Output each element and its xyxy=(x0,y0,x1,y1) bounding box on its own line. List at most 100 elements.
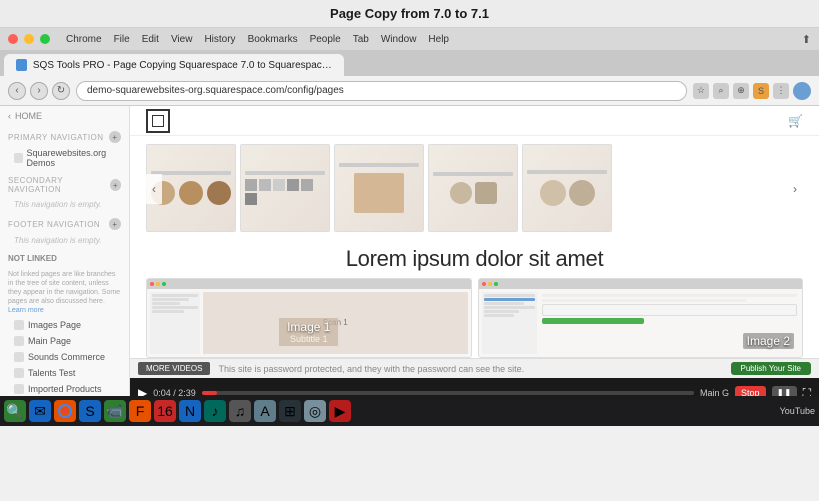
image2-label-container: Image 2 xyxy=(743,333,794,349)
taskbar-facetime-icon[interactable]: 📹 xyxy=(104,400,126,422)
gallery-thumb-3[interactable] xyxy=(428,144,518,232)
learn-more-link[interactable]: Learn more xyxy=(8,307,44,314)
page-icon-0 xyxy=(14,320,24,330)
password-notice: This site is password protected, and the… xyxy=(218,364,524,374)
bs1-dot-r xyxy=(150,282,154,286)
progress-bar[interactable] xyxy=(202,391,694,395)
bottom-screenshot-1: Scan 1 Image 1 Subtitle 1 xyxy=(146,278,472,358)
not-linked-desc: Not linked pages are like branches in th… xyxy=(0,268,129,317)
taskbar-itunes-icon[interactable]: ♫ xyxy=(229,400,251,422)
window-maximize-dot[interactable] xyxy=(40,34,50,44)
image1-sublabel: Subtitle 1 xyxy=(287,334,330,344)
gallery-thumb-1[interactable] xyxy=(240,144,330,232)
play-button[interactable]: ▶ xyxy=(138,386,147,396)
menu-edit[interactable]: Edit xyxy=(142,34,159,45)
forward-button[interactable]: › xyxy=(30,82,48,100)
tab-bar: SQS Tools PRO - Page Copying Squarespace… xyxy=(0,50,819,76)
taskbar-chrome-icon[interactable] xyxy=(54,400,76,422)
menu-view[interactable]: View xyxy=(171,34,193,45)
lorem-text: Lorem ipsum dolor sit amet xyxy=(346,246,604,271)
footer-nav-add[interactable]: + xyxy=(109,218,121,230)
address-icons: ☆ ⌕ ⊕ S ⋮ xyxy=(693,82,811,100)
stop-button[interactable]: Stop xyxy=(735,386,766,396)
cart-icon[interactable]: 🛒 xyxy=(788,114,803,128)
time-display: 0:04 / 2:39 xyxy=(153,388,196,396)
taskbar-spotify-icon[interactable]: ♪ xyxy=(204,400,226,422)
taskbar-app3-icon[interactable]: ◎ xyxy=(304,400,326,422)
search-icon[interactable]: ⌕ xyxy=(713,83,729,99)
gallery-thumb-4[interactable] xyxy=(522,144,612,232)
page-icon-3 xyxy=(14,368,24,378)
active-tab[interactable]: SQS Tools PRO - Page Copying Squarespace… xyxy=(4,54,344,76)
lorem-section: Lorem ipsum dolor sit amet xyxy=(130,238,819,278)
zoom-icon[interactable]: ⊕ xyxy=(733,83,749,99)
refresh-button[interactable]: ↻ xyxy=(52,82,70,100)
bookmark-icon[interactable]: ☆ xyxy=(693,83,709,99)
gallery-thumb-2[interactable] xyxy=(334,144,424,232)
menu-file[interactable]: File xyxy=(114,34,130,45)
sidebar-item-sounds[interactable]: Sounds Commerce xyxy=(0,349,129,365)
page-top-bar: 🛒 xyxy=(130,106,819,136)
page-icon xyxy=(14,153,23,163)
gallery-next-button[interactable]: › xyxy=(787,174,803,204)
pause-button[interactable]: ❚❚ xyxy=(772,386,797,397)
gallery-section: ‹ xyxy=(130,136,819,238)
browser-bottom: MORE VIDEOS This site is password protec… xyxy=(130,358,819,378)
settings-icon[interactable]: ⋮ xyxy=(773,83,789,99)
sidebar-item-main-page[interactable]: Main Page xyxy=(0,333,129,349)
footer-nav-empty: This navigation is empty. xyxy=(0,232,129,249)
secondary-nav-add[interactable]: + xyxy=(110,179,121,191)
window-close-dot[interactable] xyxy=(8,34,18,44)
menu-bookmarks[interactable]: Bookmarks xyxy=(248,34,298,45)
taskbar-youtube-icon[interactable]: ▶ xyxy=(329,400,351,422)
taskbar-notes-icon[interactable]: N xyxy=(179,400,201,422)
sidebar-primary-item[interactable]: Squarewebsites.org Demos xyxy=(0,145,129,171)
chrome-share-icon[interactable]: ⬆ xyxy=(802,33,811,46)
sidebar-item-talents[interactable]: Talents Test xyxy=(0,365,129,381)
primary-nav-header: PRIMARY NAVIGATION + xyxy=(0,126,129,145)
fullscreen-icon[interactable]: ⛶ xyxy=(803,386,811,397)
image1-label: Image 1 xyxy=(287,320,330,334)
address-bar: ‹ › ↻ demo-squarewebsites-org.squarespac… xyxy=(0,76,819,106)
extension-icon[interactable]: S xyxy=(753,83,769,99)
taskbar-filezilla-icon[interactable]: F xyxy=(129,400,151,422)
home-icon: ‹ xyxy=(8,111,11,121)
page-icon-1 xyxy=(14,336,24,346)
back-button[interactable]: ‹ xyxy=(8,82,26,100)
bs1-dot-y xyxy=(156,282,160,286)
home-label: HOME xyxy=(15,111,42,121)
logo-inner xyxy=(152,115,164,127)
sidebar-item-imported[interactable]: Imported Products xyxy=(0,381,129,396)
taskbar-app2-icon[interactable]: ⊞ xyxy=(279,400,301,422)
primary-nav-add[interactable]: + xyxy=(109,131,121,143)
title-bar: Page Copy from 7.0 to 7.1 xyxy=(0,0,819,28)
taskbar-calendar-icon[interactable]: 16 xyxy=(154,400,176,422)
menu-help[interactable]: Help xyxy=(428,34,449,45)
taskbar: 🔍 ✉ S 📹 F 16 N ♪ ♫ A ⊞ ◎ ▶ YouTube xyxy=(0,396,819,426)
home-link[interactable]: ‹ HOME xyxy=(0,106,129,126)
menu-history[interactable]: History xyxy=(204,34,235,45)
url-bar[interactable]: demo-squarewebsites-org.squarespace.com/… xyxy=(76,81,687,101)
menu-window[interactable]: Window xyxy=(381,34,417,45)
bottom-screenshots: Scan 1 Image 1 Subtitle 1 xyxy=(130,278,819,358)
image1-label-container: Image 1 Subtitle 1 xyxy=(147,318,471,347)
publish-button[interactable]: Publish Your Site xyxy=(731,362,812,375)
user-avatar[interactable] xyxy=(793,82,811,100)
sidebar-item-images-page[interactable]: Images Page xyxy=(0,317,129,333)
menu-chrome[interactable]: Chrome xyxy=(66,34,102,45)
menu-tab[interactable]: Tab xyxy=(353,34,369,45)
tab-favicon xyxy=(16,59,27,71)
taskbar-skype-icon[interactable]: S xyxy=(79,400,101,422)
menu-people[interactable]: People xyxy=(310,34,341,45)
taskbar-clock: YouTube xyxy=(780,406,815,416)
taskbar-mail-icon[interactable]: ✉ xyxy=(29,400,51,422)
sidebar: ‹ HOME PRIMARY NAVIGATION + Squarewebsit… xyxy=(0,106,130,396)
more-videos-button[interactable]: MORE VIDEOS xyxy=(138,362,210,375)
bs2-dot-g xyxy=(494,282,498,286)
taskbar-finder-icon[interactable]: 🔍 xyxy=(4,400,26,422)
tab-title: SQS Tools PRO - Page Copying Squarespace… xyxy=(33,60,332,71)
progress-fill xyxy=(202,391,217,395)
taskbar-app1-icon[interactable]: A xyxy=(254,400,276,422)
window-minimize-dot[interactable] xyxy=(24,34,34,44)
gallery-prev-button[interactable]: ‹ xyxy=(146,174,162,204)
